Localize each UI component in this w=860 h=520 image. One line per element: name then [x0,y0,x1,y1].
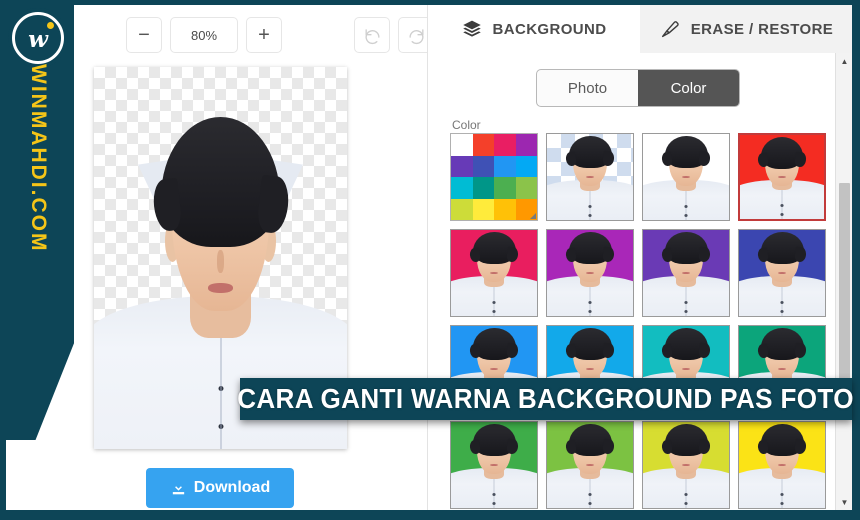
mode-option-photo[interactable]: Photo [537,70,638,106]
undo-button[interactable] [354,17,390,53]
download-icon [170,480,187,497]
palette-cell[interactable] [451,155,473,177]
palette-cell[interactable] [494,177,516,199]
mode-option-color[interactable]: Color [638,70,739,106]
overlay-banner: CARA GANTI WARNA BACKGROUND PAS FOTO [237,378,855,420]
editor-toolbar: − 80% + [80,13,434,57]
swatch-white[interactable] [642,133,730,221]
background-swatch-grid [450,133,828,510]
shirt-button [218,424,223,430]
swatch-magenta[interactable] [546,229,634,317]
palette-cell[interactable] [451,198,473,220]
plus-icon: + [258,24,270,46]
logo-dot [47,22,54,29]
wi-monogram-logo-icon: w [8,8,68,68]
palette-cell[interactable] [451,177,473,199]
tab-erase-restore-label: ERASE / RESTORE [690,20,834,38]
screenshot-root: − 80% + Download BACKGROUND ERASE / REST… [0,0,860,520]
background-panel: BACKGROUND ERASE / RESTORE Photo Color C [428,5,852,510]
zoom-level-value[interactable]: 80% [170,17,238,53]
thumb-portrait [643,422,729,508]
frame-top-edge [0,0,860,5]
zoom-out-button[interactable]: − [126,17,162,53]
palette-cell[interactable] [451,134,473,156]
tab-erase-restore[interactable]: ERASE / RESTORE [640,5,852,53]
panel-tabs: BACKGROUND ERASE / RESTORE [428,5,852,53]
shirt-button [218,385,223,391]
palette-cell[interactable] [515,177,537,199]
palette-cell[interactable] [472,198,494,220]
tab-background[interactable]: BACKGROUND [428,5,640,53]
panel-scrollbar[interactable]: ▲ ▼ [835,53,852,510]
editor-area: − 80% + Download [80,5,434,510]
palette-cell[interactable] [472,134,494,156]
download-button-label: Download [193,479,271,496]
download-button[interactable]: Download [146,468,294,508]
mode-toggle: Photo Color [536,69,740,107]
thumb-portrait [547,230,633,316]
redo-arrow-icon [407,26,426,45]
thumb-portrait [643,134,729,220]
palette-cell[interactable] [515,134,537,156]
tab-background-label: BACKGROUND [492,20,607,38]
palette-cell[interactable] [494,134,516,156]
palette-cell[interactable] [515,198,537,220]
thumb-portrait [740,135,824,219]
app-window: − 80% + Download BACKGROUND ERASE / REST… [6,5,852,510]
swatch-green[interactable] [450,421,538,509]
brand-site-label: WINMAHDI.COM [27,64,50,253]
thumb-portrait [547,422,633,508]
color-section-label: Color [452,118,481,132]
layers-icon [462,19,482,39]
frame-left-edge [0,0,6,520]
swatch-indigo[interactable] [738,229,826,317]
swatch-purple[interactable] [642,229,730,317]
undo-arrow-icon [363,26,382,45]
palette-cell[interactable] [515,155,537,177]
hair-shape [161,116,280,247]
color-picker-swatch[interactable] [450,133,538,221]
palette-cell[interactable] [494,198,516,220]
thumb-portrait [643,230,729,316]
thumb-portrait [739,230,825,316]
swatch-transparent[interactable] [546,133,634,221]
swatch-pink[interactable] [450,229,538,317]
swatch-yellow-green[interactable] [642,421,730,509]
zoom-in-button[interactable]: + [246,17,282,53]
swatch-yellow[interactable] [738,421,826,509]
mouth-shape [207,282,234,293]
nose-shape [216,250,225,274]
thumb-portrait [451,422,537,508]
scroll-up-arrow-icon[interactable]: ▲ [836,53,852,69]
logo-letter: w [28,25,48,53]
swatch-red[interactable] [738,133,826,221]
swatch-light-green[interactable] [546,421,634,509]
palette-cell[interactable] [472,155,494,177]
thumb-portrait [451,230,537,316]
minus-icon: − [138,24,150,46]
frame-right-edge [852,0,860,520]
brush-icon [659,19,680,40]
overlay-banner-text: CARA GANTI WARNA BACKGROUND PAS FOTO [237,383,855,414]
palette-cell[interactable] [494,155,516,177]
frame-bottom-edge [0,510,860,520]
scroll-down-arrow-icon[interactable]: ▼ [836,494,852,510]
thumb-portrait [739,422,825,508]
thumb-portrait [547,134,633,220]
palette-cell[interactable] [472,177,494,199]
